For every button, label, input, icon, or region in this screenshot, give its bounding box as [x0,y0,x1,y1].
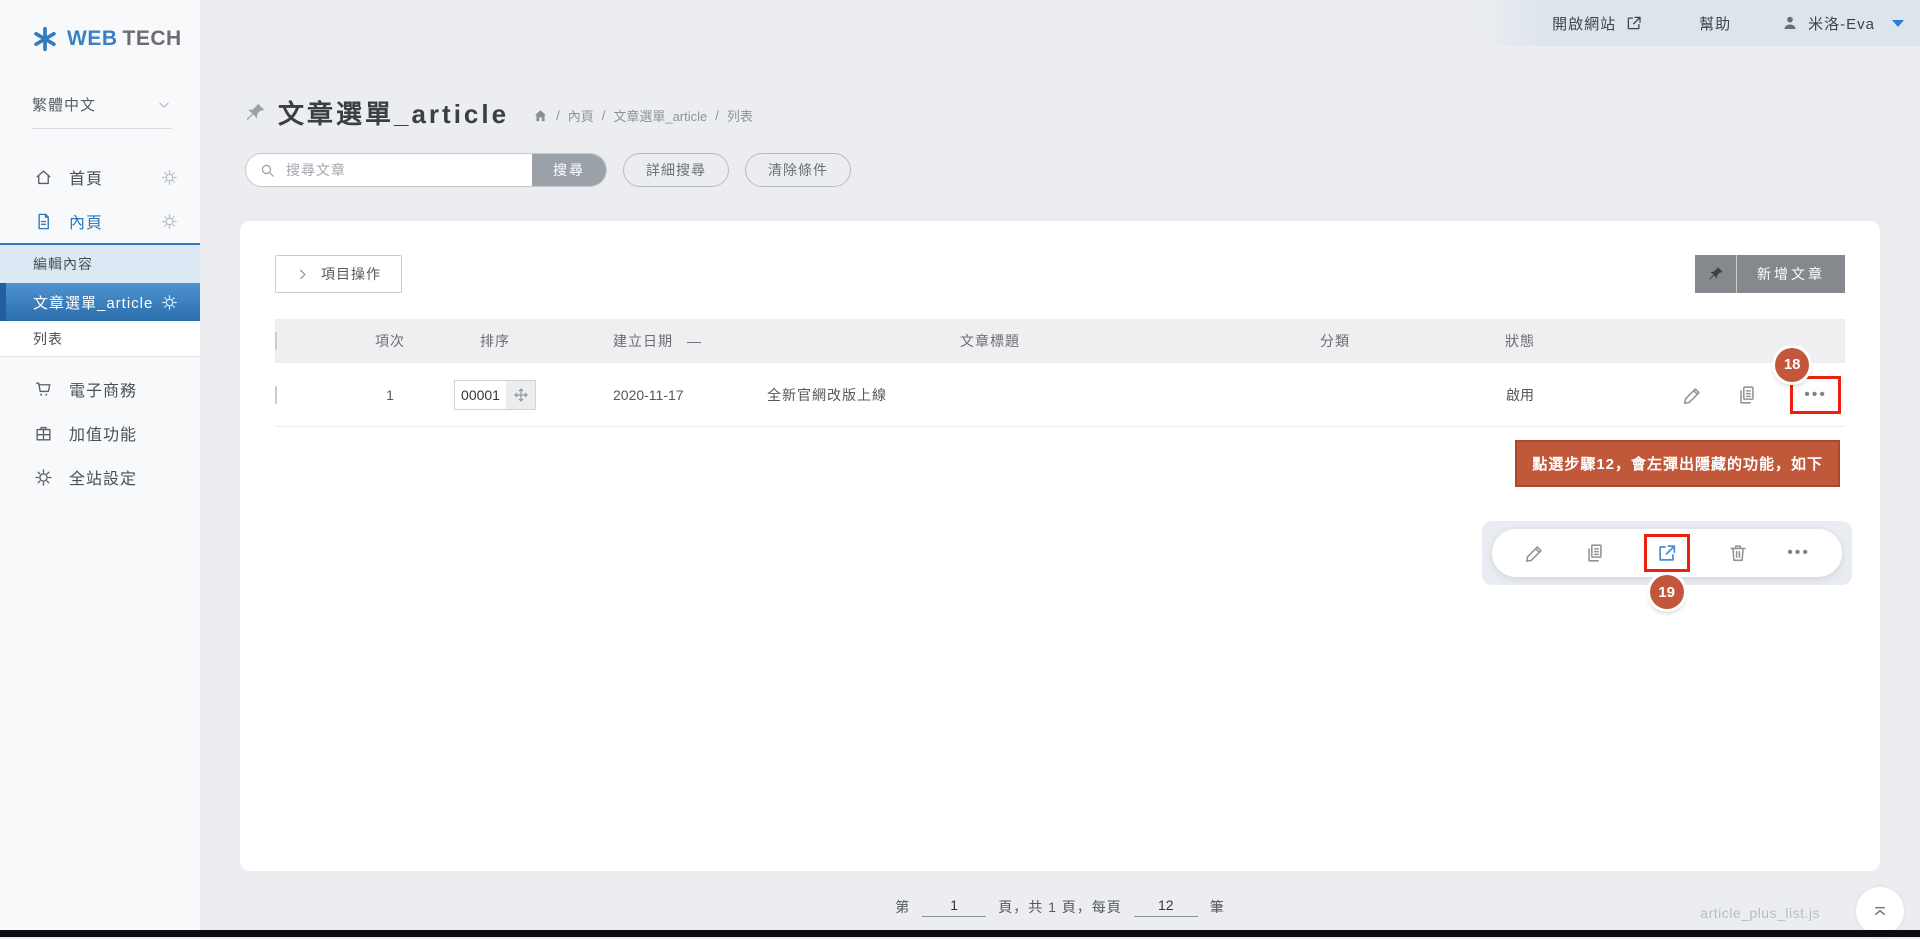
page-header: 文章選單_article / 內頁 / 文章選單_article / 列表 [245,94,1920,131]
sort-indicator[interactable]: — [687,333,702,349]
order-input[interactable] [454,380,506,410]
breadcrumb-article-menu[interactable]: 文章選單_article [613,106,707,125]
sidebar-subitem-edit-content[interactable]: 編輯內容 [0,243,200,283]
cart-icon [34,380,53,399]
sidebar-item-ecommerce[interactable]: 電子商務 [0,367,200,411]
more-icon: ••• [1787,544,1810,561]
page-number-input[interactable] [922,897,986,917]
more-icon: ••• [1804,387,1827,403]
delete-icon[interactable] [1727,542,1749,564]
open-link-button[interactable]: 19 [1644,534,1690,572]
sidebar-subitem-article-menu[interactable]: 文章選單_article [0,283,200,321]
select-all-checkbox[interactable] [275,332,277,350]
chevron-right-icon [296,268,309,281]
user-icon [1781,14,1799,32]
copy-icon[interactable] [1736,384,1758,406]
add-article-button[interactable]: 新增文章 [1695,255,1845,293]
home-icon[interactable] [533,108,548,123]
actions-pill: 19 ••• [1492,529,1842,577]
annotation-badge-18: 18 [1775,348,1809,382]
sidebar-item-home[interactable]: 首頁 [0,155,200,199]
breadcrumb: / 內頁 / 文章選單_article / 列表 [533,106,753,125]
app-logo: WEBTECH [32,26,200,52]
open-site-link[interactable]: 開啟網站 [1552,13,1643,34]
language-selector[interactable]: 繁體中文 [32,94,172,129]
articles-table: 項次 排序 建立日期 — 文章標題 分類 狀態 1 [275,319,1845,427]
breadcrumb-inner-pages[interactable]: 內頁 [568,106,594,125]
per-page-input[interactable] [1134,897,1198,917]
caret-down-icon [1892,20,1904,27]
bulk-actions-button[interactable]: 項目操作 [275,255,402,293]
brand-name: WEBTECH [67,27,182,51]
topbar: 開啟網站 幫助 米洛-Eva [1480,0,1920,46]
search-button[interactable]: 搜尋 [532,153,606,187]
search-icon [259,162,276,179]
row-title: 全新官網改版上線 [755,385,1225,405]
drag-handle-icon[interactable] [506,380,536,410]
sidebar: WEBTECH 繁體中文 首頁 內頁 [0,0,200,937]
row-index: 1 [345,387,435,403]
edit-icon[interactable] [1524,542,1546,564]
script-filename: article_plus_list.js [1700,905,1820,921]
row-status: 啟用 [1445,385,1595,405]
row-date: 2020-11-17 [555,387,755,403]
annotation-tooltip: 點選步驟12，會左彈出隱藏的功能，如下 [1515,440,1840,487]
page-title: 文章選單_article [278,94,509,131]
asterisk-logo-icon [32,26,58,52]
clear-filters-button[interactable]: 清除條件 [745,153,851,187]
breadcrumb-list[interactable]: 列表 [727,106,753,125]
sidebar-item-addons[interactable]: 加值功能 [0,411,200,455]
main-area: 開啟網站 幫助 米洛-Eva 文章選單_article / 內頁 / [200,0,1920,937]
help-link[interactable]: 幫助 [1699,13,1731,34]
pushpin-icon [1695,255,1737,293]
edit-icon[interactable] [1682,384,1704,406]
external-link-icon [1656,542,1678,564]
gear-icon [34,468,53,487]
user-menu[interactable]: 米洛-Eva [1781,13,1904,34]
row-checkbox[interactable] [275,386,277,404]
taskbar-edge [0,930,1920,937]
home-icon [34,168,53,187]
gear-icon[interactable] [161,213,178,230]
pagination: 第 頁，共 1 頁，每頁 筆 [200,883,1920,917]
sidebar-menu: 首頁 內頁 編輯內容 文章選單_article [0,155,200,499]
row-actions: ••• 18 [1595,376,1845,414]
gear-icon[interactable] [161,169,178,186]
pushpin-icon[interactable] [245,102,266,123]
sidebar-subitem-list[interactable]: 列表 [0,321,200,357]
copy-icon[interactable] [1584,542,1606,564]
sort-by-date-header[interactable]: 建立日期 — [555,331,755,351]
package-icon [34,424,53,443]
external-link-icon [1625,14,1643,32]
annotation-badge-19: 19 [1650,575,1684,609]
search-field-group: 搜尋 [245,153,607,187]
chevron-down-icon [156,97,172,113]
page-icon [34,212,53,231]
more-actions-button[interactable]: ••• 18 [1790,376,1841,414]
list-card: 項目操作 新增文章 項次 排序 建立日期 — 文章標題 分類 狀態 [240,221,1880,871]
search-bar: 搜尋 詳細搜尋 清除條件 [245,153,1920,187]
table-header-row: 項次 排序 建立日期 — 文章標題 分類 狀態 [275,319,1845,363]
user-name: 米洛-Eva [1808,13,1875,34]
card-toolbar: 項目操作 新增文章 [275,255,1845,293]
sidebar-item-site-settings[interactable]: 全站設定 [0,455,200,499]
more-actions-button[interactable]: ••• [1787,545,1810,561]
gear-icon[interactable] [161,294,178,311]
scroll-to-top-button[interactable] [1856,887,1904,935]
advanced-search-button[interactable]: 詳細搜尋 [623,153,729,187]
row-actions-popover: 19 ••• [1482,521,1852,585]
sidebar-item-inner-pages[interactable]: 內頁 [0,199,200,243]
table-row: 1 2020-11-17 全新官網改版上線 啟用 [275,363,1845,427]
search-input[interactable] [276,162,532,178]
language-label: 繁體中文 [32,94,96,115]
